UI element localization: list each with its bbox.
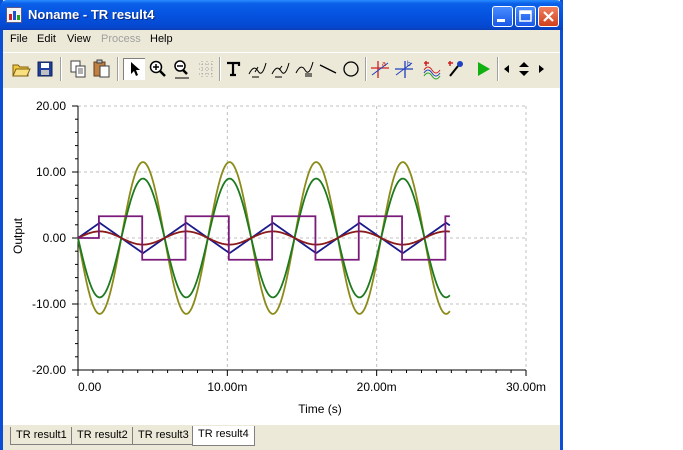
tab-tr-result2[interactable]: TR result2: [71, 427, 134, 445]
scroll-updown-button[interactable]: [515, 58, 533, 80]
toolbar-separator: [117, 57, 119, 81]
x-axis-label: Time (s): [298, 402, 342, 416]
y-tick-label: 10.00: [36, 165, 66, 179]
window-title: Noname - TR result4: [28, 7, 155, 22]
svg-text:a: a: [382, 61, 386, 68]
y-tick-label: -10.00: [32, 297, 66, 311]
tick-labels: 20.00 10.00 0.00 -10.00 -20.00 0.00 10.00m 20.0…: [32, 99, 546, 394]
x-tick-label: 10.00m: [207, 380, 247, 394]
paste-icon: [93, 59, 110, 78]
toolbar-separator: [365, 57, 367, 81]
x-tick-label: 20.00m: [357, 380, 397, 394]
title-bar[interactable]: Noname - TR result4: [0, 0, 563, 30]
close-button[interactable]: [538, 6, 559, 27]
text-button[interactable]: [222, 58, 244, 80]
minimize-icon: [497, 19, 505, 22]
transient-chart[interactable]: 20.00 10.00 0.00 -10.00 -20.00 0.00 10.00m 20.0…: [3, 88, 560, 425]
grid-lines: [78, 105, 527, 371]
zoom-out-button[interactable]: [171, 58, 193, 80]
y-tick-label: -20.00: [32, 363, 66, 377]
run-button[interactable]: [472, 58, 494, 80]
menu-bar: File Edit View Process Help: [3, 30, 560, 50]
x-tick-label: 0.00: [78, 380, 102, 394]
app-icon[interactable]: [6, 7, 22, 23]
menu-edit[interactable]: Edit: [37, 33, 56, 45]
scroll-left-button[interactable]: [501, 58, 513, 80]
maximize-icon: [519, 10, 532, 22]
y-tick-label: 20.00: [36, 99, 66, 113]
legend-button[interactable]: [293, 58, 315, 80]
close-icon: [543, 11, 554, 22]
toolbar: a b: [3, 52, 560, 86]
pointer-button[interactable]: [123, 58, 145, 80]
run-icon: [478, 62, 490, 76]
menu-help[interactable]: Help: [150, 33, 173, 45]
ellipse-button[interactable]: [340, 58, 362, 80]
maximize-button[interactable]: [515, 6, 536, 27]
grid-button[interactable]: [195, 58, 217, 80]
zoom-in-icon: [149, 60, 166, 77]
zoom-out-icon: [174, 60, 189, 79]
y-axis-label: Output: [11, 217, 25, 254]
text-icon: [227, 61, 241, 77]
marker-icon: [248, 62, 267, 78]
result-tabs: TR result1 TR result2 TR result3 TR resu…: [3, 426, 560, 450]
line-icon: [319, 64, 337, 74]
toolbar-separator: [60, 57, 62, 81]
curves-button[interactable]: [421, 58, 443, 80]
open-button[interactable]: [10, 58, 32, 80]
open-folder-icon: [12, 64, 31, 77]
menu-file[interactable]: File: [10, 33, 28, 45]
x-tick-label: 30.00m: [506, 380, 546, 394]
paste-button[interactable]: [91, 58, 113, 80]
grid-icon: [199, 61, 213, 77]
toolbar-separator: [219, 57, 221, 81]
updown-icon: [519, 62, 529, 76]
save-button[interactable]: [34, 58, 56, 80]
legend-icon: [295, 61, 314, 77]
tab-tr-result1[interactable]: TR result1: [10, 427, 73, 445]
copy-button[interactable]: [67, 58, 89, 80]
ellipse-icon: [343, 61, 359, 77]
svg-text:b: b: [407, 61, 411, 68]
marker-button[interactable]: [246, 58, 268, 80]
cursor-a-button[interactable]: a: [369, 58, 391, 80]
app-window: Noname - TR result4 File Edit View Proce…: [0, 0, 563, 450]
tab-tr-result4[interactable]: TR result4: [192, 426, 255, 446]
right-icon: [539, 65, 544, 73]
menu-process[interactable]: Process: [101, 33, 141, 45]
cursor-a-icon: a: [371, 61, 389, 78]
tab-tr-result3[interactable]: TR result3: [132, 427, 195, 445]
minimize-button[interactable]: [492, 6, 513, 27]
scroll-right-button[interactable]: [535, 58, 547, 80]
plot-area[interactable]: 20.00 10.00 0.00 -10.00 -20.00 0.00 10.00m 20.0…: [3, 88, 560, 425]
left-icon: [504, 65, 509, 73]
y-tick-label: 0.00: [43, 231, 67, 245]
cursor-b-icon: b: [395, 61, 413, 78]
line-button[interactable]: [317, 58, 339, 80]
menu-view[interactable]: View: [67, 33, 91, 45]
pick-button[interactable]: [445, 58, 467, 80]
save-disk-icon: [37, 61, 53, 77]
copy-icon: [70, 60, 86, 78]
marker2-icon: [271, 62, 290, 78]
toolbar-separator: [497, 57, 499, 81]
zoom-in-button[interactable]: [147, 58, 169, 80]
curves-icon: [423, 61, 441, 80]
marker2-button[interactable]: [269, 58, 291, 80]
pointer-icon: [131, 62, 140, 76]
cursor-b-button[interactable]: b: [393, 58, 415, 80]
pick-icon: [448, 61, 463, 77]
